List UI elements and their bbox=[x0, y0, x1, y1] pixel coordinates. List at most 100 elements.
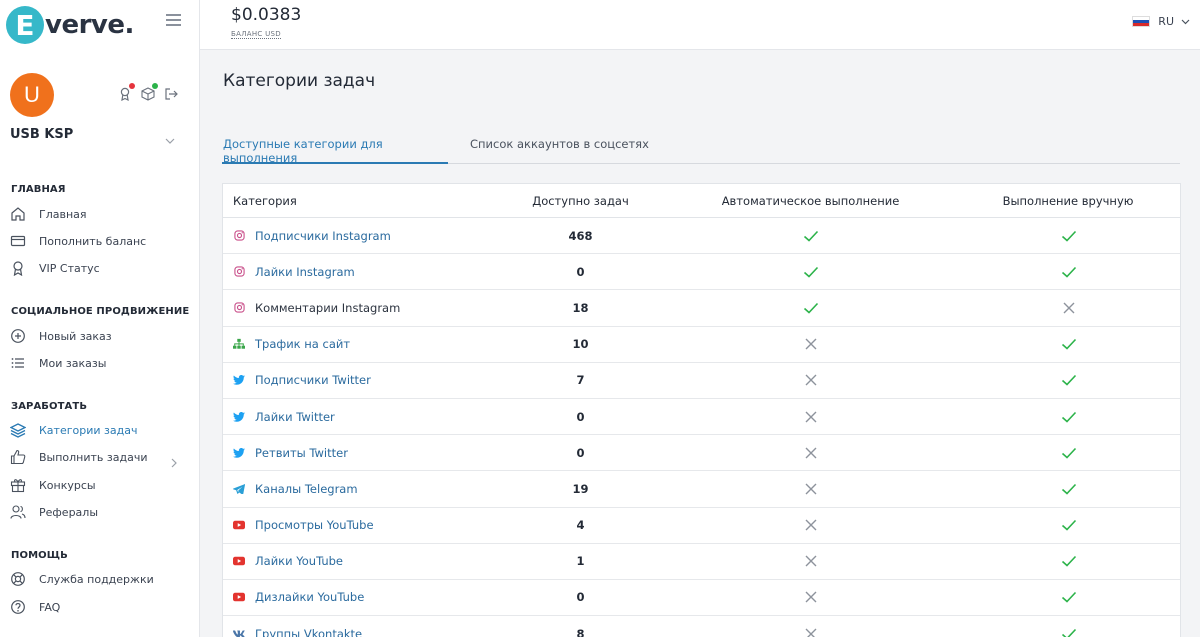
award-icon bbox=[10, 260, 26, 276]
check-icon bbox=[1031, 435, 1106, 470]
sitemap-icon bbox=[233, 338, 245, 350]
available-count: 0 bbox=[576, 264, 585, 279]
logo-mark: E bbox=[6, 6, 44, 44]
category-link[interactable]: Подписчики Instagram bbox=[255, 229, 391, 243]
check-icon bbox=[1031, 471, 1106, 506]
box-icon[interactable] bbox=[141, 83, 158, 101]
table-row[interactable]: Группы Vkontakte 8 bbox=[223, 616, 1180, 637]
check-icon bbox=[1031, 580, 1106, 615]
category-cell: Каналы Telegram bbox=[233, 471, 358, 506]
check-icon bbox=[1031, 616, 1106, 637]
chevron-down-icon[interactable] bbox=[165, 129, 175, 148]
category-link[interactable]: Лайки Twitter bbox=[255, 410, 335, 424]
instagram-icon bbox=[233, 266, 245, 278]
table-row[interactable]: Ретвиты Twitter 0 bbox=[223, 435, 1180, 472]
category-link[interactable]: Подписчики Twitter bbox=[255, 373, 371, 387]
sidebar-item-support[interactable]: Служба поддержки bbox=[10, 570, 154, 588]
category-cell: Лайки Instagram bbox=[233, 254, 355, 289]
category-link[interactable]: Каналы Telegram bbox=[255, 482, 358, 496]
table-row[interactable]: Просмотры YouTube 4 bbox=[223, 508, 1180, 544]
category-link[interactable]: Комментарии Instagram bbox=[255, 301, 400, 315]
lifebuoy-icon bbox=[10, 571, 26, 587]
check-icon bbox=[773, 254, 848, 289]
category-cell: Лайки Twitter bbox=[233, 399, 335, 434]
username[interactable]: USB KSP bbox=[10, 127, 73, 142]
sidebar-item-task-categories[interactable]: Категории задач bbox=[10, 421, 137, 439]
logo[interactable]: E verve. bbox=[6, 6, 134, 44]
cross-icon bbox=[773, 435, 848, 470]
category-cell: Просмотры YouTube bbox=[233, 508, 374, 543]
sidebar-item-label: Служба поддержки bbox=[39, 572, 154, 586]
instagram-icon bbox=[233, 230, 245, 242]
sidebar-item-contests[interactable]: Конкурсы bbox=[10, 476, 96, 494]
category-link[interactable]: Ретвиты Twitter bbox=[255, 446, 348, 460]
cross-icon bbox=[773, 544, 848, 579]
sidebar-item-new-order[interactable]: Новый заказ bbox=[10, 327, 112, 345]
available-count: 1 bbox=[576, 554, 585, 569]
youtube-icon bbox=[233, 519, 245, 531]
sidebar-item-label: Мои заказы bbox=[39, 356, 107, 370]
language-code: RU bbox=[1158, 15, 1174, 28]
category-link[interactable]: Группы Vkontakte bbox=[255, 627, 362, 637]
table-row[interactable]: Лайки Instagram 0 bbox=[223, 254, 1180, 291]
category-cell: Комментарии Instagram bbox=[233, 290, 400, 325]
category-link[interactable]: Трафик на сайт bbox=[255, 337, 350, 351]
tab-social-accounts[interactable]: Список аккаунтов в соцсетях bbox=[470, 137, 649, 164]
category-link[interactable]: Лайки YouTube bbox=[255, 554, 343, 568]
user-quick-actions bbox=[118, 83, 178, 102]
sidebar-item-faq[interactable]: FAQ bbox=[10, 598, 60, 616]
achievements-icon[interactable] bbox=[118, 83, 135, 102]
cross-icon bbox=[773, 399, 848, 434]
category-link[interactable]: Лайки Instagram bbox=[255, 265, 355, 279]
category-link[interactable]: Дизлайки YouTube bbox=[255, 590, 364, 604]
available-count: 0 bbox=[576, 590, 585, 605]
table-row[interactable]: Лайки Twitter 0 bbox=[223, 399, 1180, 436]
sidebar-item-label: Конкурсы bbox=[39, 478, 96, 492]
category-cell: Группы Vkontakte bbox=[233, 616, 362, 637]
balance-label[interactable]: БАЛАНС USD bbox=[231, 30, 281, 39]
avatar[interactable]: U bbox=[10, 73, 54, 117]
available-count: 7 bbox=[576, 373, 585, 388]
cross-icon bbox=[773, 580, 848, 615]
twitter-icon bbox=[233, 411, 245, 423]
youtube-icon bbox=[233, 591, 245, 603]
telegram-icon bbox=[233, 483, 245, 495]
sidebar-item-label: Пополнить баланс bbox=[39, 234, 147, 248]
table-row[interactable]: Дизлайки YouTube 0 bbox=[223, 580, 1180, 617]
nav-section-main: ГЛАВНАЯ bbox=[11, 184, 66, 195]
sidebar-item-topup[interactable]: Пополнить баланс bbox=[10, 232, 146, 250]
category-link[interactable]: Просмотры YouTube bbox=[255, 518, 374, 532]
table-row[interactable]: Трафик на сайт 10 bbox=[223, 327, 1180, 363]
menu-toggle-icon[interactable] bbox=[166, 14, 181, 26]
table-row[interactable]: Каналы Telegram 19 bbox=[223, 471, 1180, 508]
sidebar: E verve. U USB KSP ГЛАВНАЯ Главная Попол… bbox=[0, 0, 200, 637]
available-count: 4 bbox=[576, 518, 585, 533]
check-icon bbox=[773, 218, 848, 253]
twitter-icon bbox=[233, 374, 245, 386]
sidebar-item-label: Категории задач bbox=[39, 423, 138, 437]
table-row[interactable]: Комментарии Instagram 18 bbox=[223, 290, 1180, 327]
sidebar-item-label: Выполнить задачи bbox=[39, 450, 148, 464]
table-row[interactable]: Подписчики Instagram 468 bbox=[223, 218, 1180, 255]
chevron-right-icon[interactable] bbox=[171, 453, 177, 472]
users-icon bbox=[10, 504, 26, 520]
language-selector[interactable]: RU bbox=[1132, 15, 1190, 28]
sidebar-item-label: Новый заказ bbox=[39, 329, 112, 343]
header-available: Доступно задач bbox=[532, 193, 629, 208]
tab-available-categories[interactable]: Доступные категории для выполнения bbox=[222, 137, 448, 165]
table-row[interactable]: Подписчики Twitter 7 bbox=[223, 363, 1180, 399]
table-row[interactable]: Лайки YouTube 1 bbox=[223, 544, 1180, 580]
check-icon bbox=[1031, 399, 1106, 434]
sidebar-item-referrals[interactable]: Рефералы bbox=[10, 503, 98, 521]
logout-icon[interactable] bbox=[164, 86, 178, 100]
available-count: 18 bbox=[572, 300, 589, 315]
sidebar-item-vip[interactable]: VIP Статус bbox=[10, 259, 100, 277]
table-header: Категория Доступно задач Автоматическое … bbox=[223, 184, 1180, 218]
sidebar-item-do-tasks[interactable]: Выполнить задачи bbox=[10, 448, 148, 466]
check-icon bbox=[1031, 327, 1106, 362]
sidebar-item-my-orders[interactable]: Мои заказы bbox=[10, 354, 106, 372]
category-cell: Трафик на сайт bbox=[233, 327, 350, 362]
status-dot bbox=[152, 83, 158, 89]
sidebar-item-home[interactable]: Главная bbox=[10, 205, 87, 223]
cross-icon bbox=[773, 363, 848, 398]
